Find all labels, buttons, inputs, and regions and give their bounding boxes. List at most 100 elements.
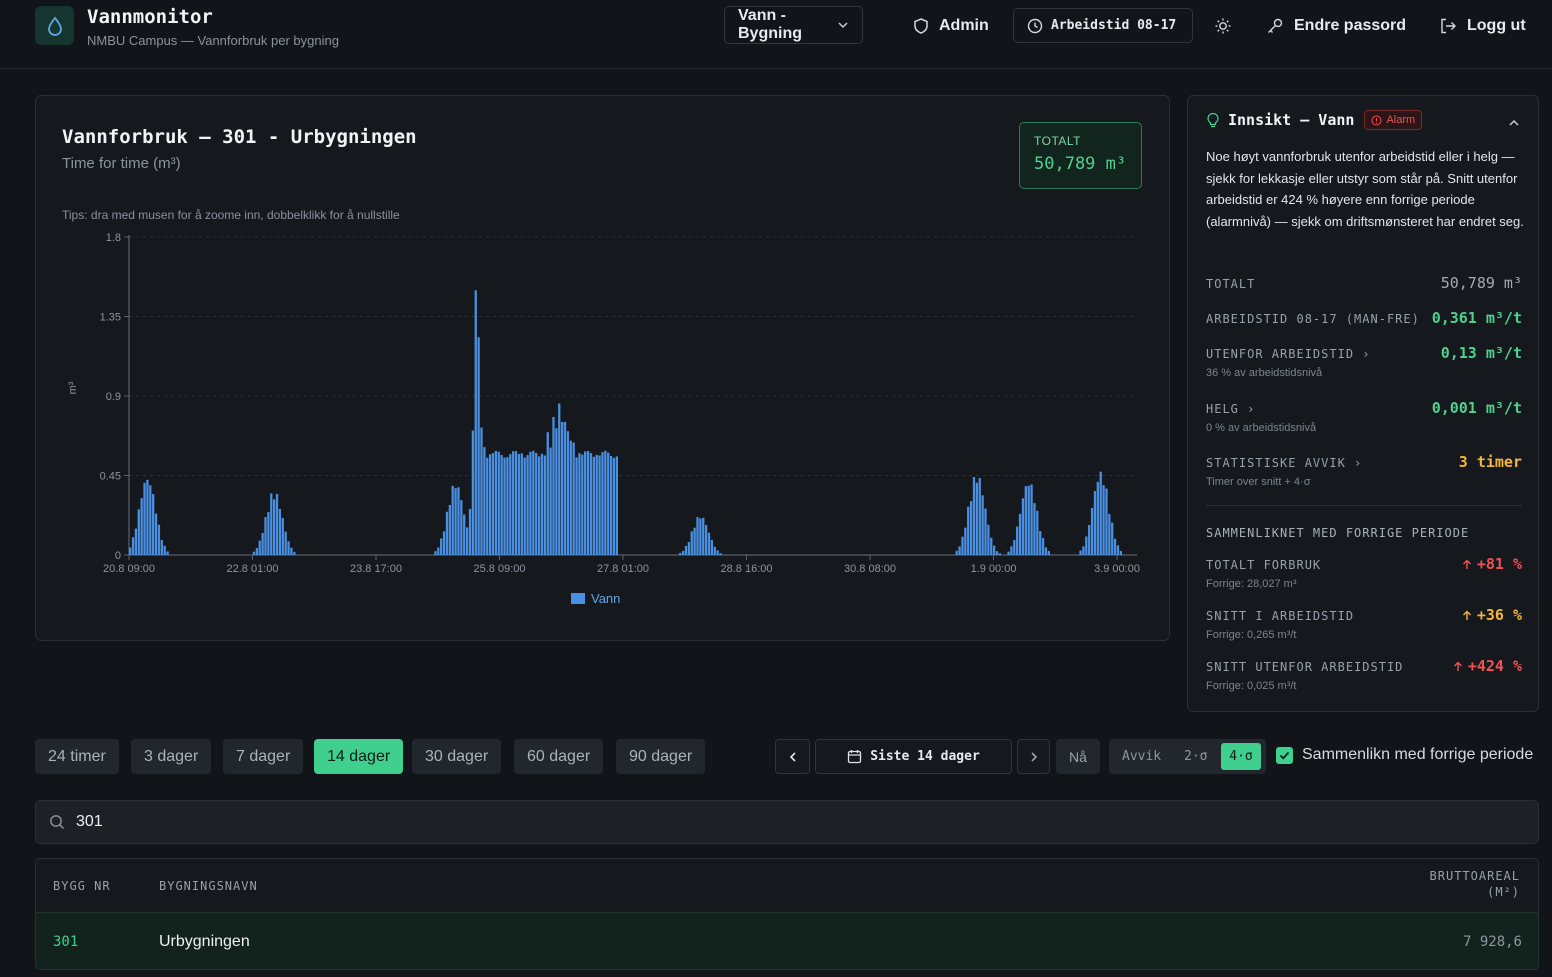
chevron-down-icon	[838, 22, 848, 29]
admin-button[interactable]: Admin	[913, 7, 989, 44]
period-90d[interactable]: 90 dager	[616, 739, 706, 774]
cmp-off-change: +424 %	[1453, 657, 1522, 675]
chart-bar	[558, 403, 561, 555]
prev-period-button[interactable]	[775, 739, 810, 774]
cmp-work-sub: Forrige: 0,265 m³/t	[1206, 629, 1297, 641]
chart-bar	[987, 524, 990, 555]
cmp-total: TOTALT FORBRUK Forrige: 28,027 m³ +81 %	[1206, 555, 1522, 590]
chart-bar	[535, 453, 538, 555]
compare-heading: SAMMENLIKNET MED FORRIGE PERIODE	[1206, 526, 1470, 540]
legend-label: Vann	[591, 591, 620, 606]
compare-toggle[interactable]: Sammenlikn med forrige periode	[1276, 746, 1533, 764]
sigma-2-option[interactable]: 2·σ	[1184, 749, 1207, 764]
date-range-button[interactable]: Siste 14 dager	[815, 739, 1012, 774]
col-gross-area[interactable]: BRUTTOAREAL (M²)	[1430, 869, 1520, 899]
chart-bar	[984, 508, 987, 555]
chart-bar	[1016, 526, 1019, 555]
period-7d[interactable]: 7 dager	[223, 739, 304, 774]
chart-bar	[572, 442, 575, 555]
stat-off-hours[interactable]: UTENFOR ARBEIDSTID › 36 % av arbeidstids…	[1206, 344, 1522, 379]
stat-deviations[interactable]: STATISTISKE AVVIK › Timer over snitt + 4…	[1206, 453, 1522, 488]
chart-bar	[497, 451, 500, 555]
chart-bar	[696, 517, 699, 555]
cmp-off-sub: Forrige: 0,025 m³/t	[1206, 680, 1297, 692]
chart-bar	[290, 547, 293, 555]
chevron-up-icon[interactable]	[1508, 114, 1520, 132]
shield-icon	[914, 17, 928, 34]
chart-bar	[278, 508, 282, 555]
row-gross-area: 7 928,6	[1462, 934, 1522, 950]
chart-bar	[523, 457, 526, 555]
col-building-nr[interactable]: BYGG NR	[53, 879, 111, 893]
work-hours-button[interactable]: Arbeidstid 08-17	[1013, 8, 1193, 43]
chart-bar	[468, 508, 472, 555]
chart-bar	[1007, 551, 1010, 555]
period-24h[interactable]: 24 timer	[35, 739, 119, 774]
period-30d[interactable]: 30 dager	[412, 739, 502, 774]
table-row[interactable]: 301 Urbygningen 7 928,6	[36, 912, 1538, 969]
meter-type-label: Vann - Bygning	[738, 7, 802, 42]
deviation-label: Avvik	[1122, 749, 1162, 764]
chart-bar	[442, 531, 446, 555]
chart-bar	[137, 509, 140, 555]
chart-bar	[1039, 531, 1042, 555]
chart-bar	[154, 513, 158, 555]
period-14d[interactable]: 14 dager	[314, 739, 404, 774]
x-tick-label: 20.8 09:00	[103, 563, 155, 575]
chart-bar	[1030, 484, 1033, 555]
chart-bar	[552, 416, 555, 555]
chart-bar	[566, 431, 570, 555]
y-axis-label: m³	[67, 381, 79, 394]
chart-bar	[719, 553, 722, 555]
chart-bar	[1096, 481, 1099, 555]
chart-bar	[981, 495, 984, 555]
now-button[interactable]: Nå	[1056, 739, 1100, 774]
chevron-right-icon	[1030, 751, 1037, 762]
stat-total: TOTALT 50,789 m³	[1206, 274, 1522, 292]
change-password-label: Endre passord	[1294, 16, 1407, 34]
chart-bar	[993, 545, 996, 555]
chart-bar	[592, 456, 595, 555]
sigma-4-option[interactable]: 4·σ	[1221, 743, 1261, 770]
water-drop-icon	[35, 6, 74, 45]
chart-bar	[1041, 538, 1045, 555]
building-table: BYGG NR BYGNINGSNAVN BRUTTOAREAL (M²) 30…	[35, 858, 1539, 970]
chart-bar	[604, 450, 607, 555]
chart-bar	[143, 482, 146, 555]
change-password-button[interactable]: Endre passord	[1266, 7, 1406, 44]
y-tick-label: 0	[115, 550, 121, 562]
stat-off-value: 0,13 m³/t	[1440, 344, 1522, 362]
chart-bar	[1088, 525, 1091, 555]
next-period-button[interactable]	[1017, 739, 1050, 774]
col-building-name[interactable]: BYGNINGSNAVN	[159, 879, 258, 893]
chart-bar	[529, 451, 532, 555]
chart-bar	[494, 450, 498, 555]
chart-bar	[1036, 510, 1039, 555]
arrow-up-icon	[1453, 661, 1462, 671]
period-60d[interactable]: 60 dager	[514, 739, 604, 774]
insight-panel: Innsikt — Vann Alarm Noe høyt vannforbru…	[1187, 95, 1539, 712]
chart-bar	[679, 552, 682, 555]
stat-dev-sub: Timer over snitt + 4·σ	[1206, 476, 1311, 488]
period-3d[interactable]: 3 dager	[131, 739, 212, 774]
chart-bar	[958, 546, 961, 555]
compare-checkbox[interactable]	[1276, 746, 1293, 764]
chart-bar	[451, 485, 454, 555]
stat-weekend[interactable]: HELG › 0 % av arbeidstidsnivå 0,001 m³/t	[1206, 399, 1522, 434]
meter-type-select[interactable]: Vann - Bygning	[724, 6, 863, 44]
chart-bar	[514, 451, 518, 555]
top-header: Vannmonitor NMBU Campus — Vannforbruk pe…	[0, 0, 1552, 69]
logout-label: Logg ut	[1467, 16, 1526, 34]
usage-chart[interactable]: 0 0.45 0.9 1.35 1.8 m³ 20.8 09:00 22.8 01:00 23.…	[36, 96, 1171, 642]
chart-bar	[134, 528, 138, 555]
total-box: TOTALT 50,789 m³	[1019, 122, 1142, 189]
chart-bar	[975, 482, 978, 555]
chart-bar	[261, 532, 264, 555]
chart-bar	[1033, 503, 1036, 555]
x-tick-label: 1.9 00:00	[971, 563, 1017, 575]
logout-button[interactable]: Logg ut	[1439, 7, 1526, 44]
y-tick-label: 0.9	[106, 391, 121, 403]
search-input[interactable]	[76, 813, 1476, 831]
theme-toggle-button[interactable]	[1214, 7, 1232, 44]
chart-bar	[972, 476, 976, 555]
